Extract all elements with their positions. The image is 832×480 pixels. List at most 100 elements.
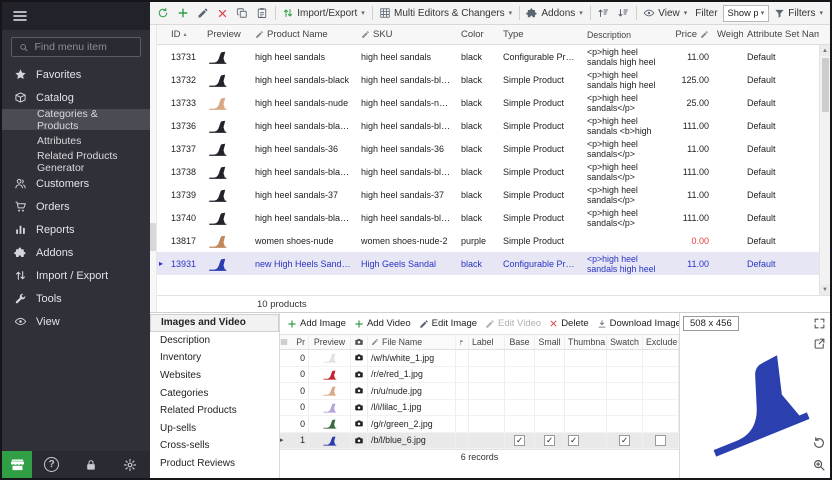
cell-base[interactable] xyxy=(505,350,535,366)
sidebar-item-addons[interactable]: Addons xyxy=(2,241,150,264)
column-priority[interactable]: Pr xyxy=(289,335,309,349)
rotate-icon[interactable] xyxy=(812,436,826,450)
image-row[interactable]: 0 /r/e/red_1.jpg xyxy=(280,367,679,384)
column-color[interactable]: Color xyxy=(457,29,499,40)
cell-swatch[interactable] xyxy=(607,350,643,366)
cell-small[interactable] xyxy=(535,433,565,449)
sidebar-item-related-products-generator[interactable]: Related Products Generator xyxy=(2,151,150,172)
column-exclude[interactable]: Exclude xyxy=(643,335,679,349)
column-thumbnail[interactable]: Thumbna xyxy=(565,335,607,349)
cell-small[interactable] xyxy=(535,367,565,383)
help-button[interactable]: ? xyxy=(32,451,71,478)
tab-up-sells[interactable]: Up-sells xyxy=(150,420,279,438)
cell-swatch[interactable] xyxy=(607,416,643,432)
view-menu[interactable]: View▾ xyxy=(640,5,690,21)
vertical-scrollbar[interactable]: ▲ ▼ xyxy=(819,45,830,295)
cell-small[interactable] xyxy=(535,350,565,366)
column-base[interactable]: Base xyxy=(505,335,535,349)
image-row[interactable]: ▸ 1 /b/l/blue_6.jpg xyxy=(280,433,679,450)
cell-exclude[interactable] xyxy=(643,367,679,383)
hamburger-menu-icon[interactable] xyxy=(12,8,28,24)
add-image-button[interactable]: Add Image xyxy=(285,316,348,331)
cell-small[interactable] xyxy=(535,383,565,399)
tab-inventory[interactable]: Inventory xyxy=(150,349,279,367)
column-sku[interactable]: SKU xyxy=(357,29,457,40)
sort-descending-button[interactable] xyxy=(614,5,632,21)
row-expander[interactable] xyxy=(280,416,289,432)
paste-button[interactable] xyxy=(253,5,271,21)
column-price[interactable]: Price xyxy=(671,29,713,40)
add-product-button[interactable] xyxy=(174,5,192,21)
sidebar-item-categories-products[interactable]: Categories & Products xyxy=(2,109,150,130)
image-row[interactable]: 0 /w/h/white_1.jpg xyxy=(280,350,679,367)
lock-button[interactable] xyxy=(71,451,110,478)
column-type[interactable]: Type xyxy=(499,29,583,40)
table-row[interactable]: 13733 high heel sandals-nude high heel s… xyxy=(157,91,819,114)
column-file-name[interactable]: File Name xyxy=(368,335,456,349)
column-weight[interactable]: Weight xyxy=(713,29,743,40)
sidebar-item-customers[interactable]: Customers xyxy=(2,172,150,195)
checkbox-exclude[interactable] xyxy=(655,435,666,446)
tab-categories[interactable]: Categories xyxy=(150,384,279,402)
settings-button[interactable] xyxy=(111,451,150,478)
delete-image-button[interactable]: Delete xyxy=(547,316,590,331)
cell-exclude[interactable] xyxy=(643,400,679,416)
image-row[interactable]: 0 /g/r/green_2.jpg xyxy=(280,416,679,433)
row-expander[interactable] xyxy=(280,350,289,366)
column-preview[interactable]: Preview xyxy=(309,335,351,349)
panel-splitter-handle[interactable] xyxy=(150,223,156,251)
column-id[interactable]: ID▴ xyxy=(167,29,203,40)
row-expander[interactable]: ▸ xyxy=(157,259,167,268)
cell-small[interactable] xyxy=(535,400,565,416)
sidebar-item-tools[interactable]: Tools xyxy=(2,287,150,310)
addons-menu[interactable]: Addons▾ xyxy=(523,5,585,21)
tab-cross-sells[interactable]: Cross-sells xyxy=(150,437,279,455)
filters-menu[interactable]: Filters▾ xyxy=(771,6,826,21)
column-preview[interactable]: Preview xyxy=(203,29,251,40)
copy-button[interactable] xyxy=(233,5,251,21)
table-row[interactable]: 13731 high heel sandals high heel sandal… xyxy=(157,45,819,68)
cell-exclude[interactable] xyxy=(643,433,679,449)
image-row[interactable]: 0 /n/u/nude.jpg xyxy=(280,383,679,400)
table-row[interactable]: 13732 high heel sandals-black high heel … xyxy=(157,68,819,91)
checkbox-small[interactable] xyxy=(544,435,555,446)
row-expander[interactable] xyxy=(280,400,289,416)
table-row[interactable]: 13817 women shoes-nude women shoes-nude-… xyxy=(157,229,819,252)
table-row[interactable]: 13739 high heel sandals-37 high heel san… xyxy=(157,183,819,206)
row-expander[interactable] xyxy=(280,367,289,383)
table-row[interactable]: ▸ 13931 new High Heels Sandals High Geel… xyxy=(157,252,819,275)
search-input[interactable] xyxy=(35,41,134,53)
column-label[interactable]: Label xyxy=(469,335,505,349)
cell-exclude[interactable] xyxy=(643,350,679,366)
sidebar-item-reports[interactable]: Reports xyxy=(2,218,150,241)
cell-thumbnail[interactable] xyxy=(565,383,607,399)
cell-exclude[interactable] xyxy=(643,416,679,432)
store-button[interactable] xyxy=(2,451,32,478)
add-video-button[interactable]: Add Video xyxy=(352,316,413,331)
checkbox-base[interactable] xyxy=(514,435,525,446)
row-expander[interactable]: ▸ xyxy=(280,433,289,449)
tab-product-reviews[interactable]: Product Reviews xyxy=(150,455,279,473)
fullscreen-icon[interactable] xyxy=(813,317,826,330)
cell-thumbnail[interactable] xyxy=(565,416,607,432)
sidebar-item-attributes[interactable]: Attributes xyxy=(2,130,150,151)
tab-related-products[interactable]: Related Products xyxy=(150,402,279,420)
cell-exclude[interactable] xyxy=(643,383,679,399)
cell-base[interactable] xyxy=(505,383,535,399)
category-filter-select[interactable]: Show products from selected categories▾ xyxy=(723,5,770,22)
cell-thumbnail[interactable] xyxy=(565,433,607,449)
edit-product-button[interactable] xyxy=(194,5,212,21)
tab-description[interactable]: Description xyxy=(150,332,279,350)
edit-video-button[interactable]: Edit Video xyxy=(483,316,543,331)
table-row[interactable]: 13737 high heel sandals-36 high heel san… xyxy=(157,137,819,160)
column-attribute-set[interactable]: Attribute Set Name xyxy=(743,29,819,40)
import-export-menu[interactable]: Import/Export▾ xyxy=(279,5,368,21)
checkbox-swatch[interactable] xyxy=(619,435,630,446)
scrollbar-thumb[interactable] xyxy=(822,58,829,112)
cell-base[interactable] xyxy=(505,433,535,449)
download-image-button[interactable]: Download Image xyxy=(595,316,679,331)
sidebar-item-view[interactable]: View xyxy=(2,310,150,333)
cell-swatch[interactable] xyxy=(607,367,643,383)
checkbox-thumb[interactable] xyxy=(568,435,579,446)
zoom-icon[interactable] xyxy=(812,458,826,472)
